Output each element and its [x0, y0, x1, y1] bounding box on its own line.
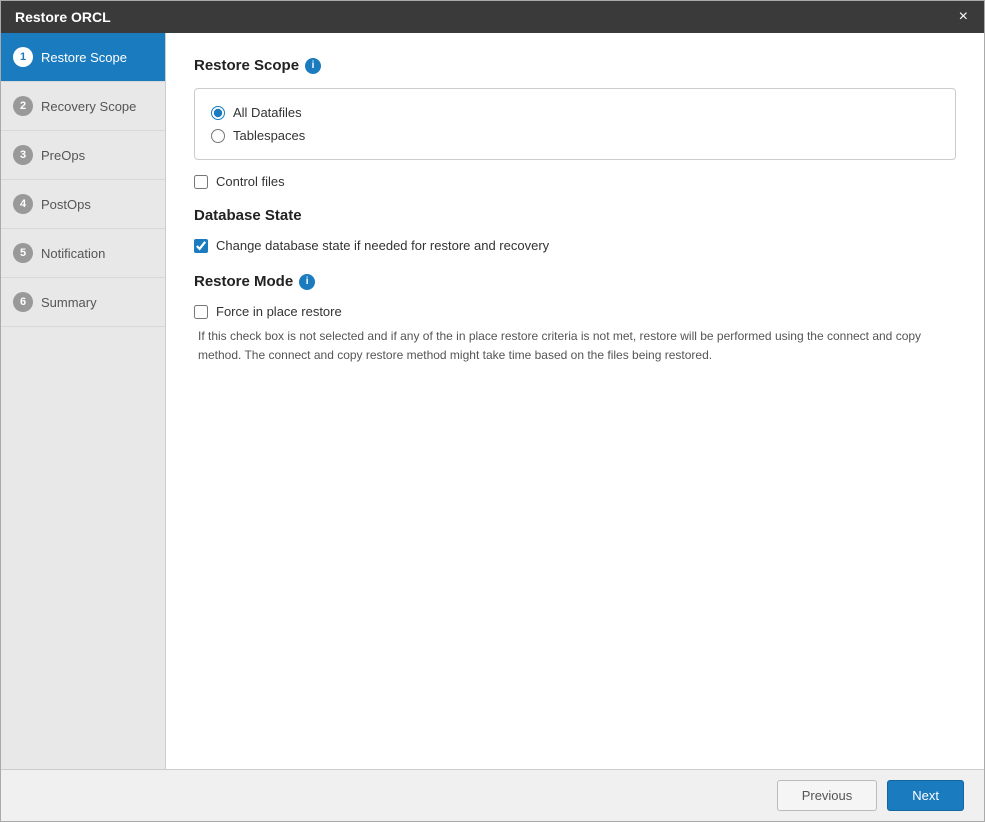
- sidebar-label-postops: PostOps: [41, 197, 91, 212]
- database-state-title-text: Database State: [194, 207, 302, 224]
- all-datafiles-label: All Datafiles: [233, 105, 302, 120]
- db-state-label: Change database state if needed for rest…: [216, 238, 549, 253]
- database-state-section: Database State Change database state if …: [194, 207, 956, 253]
- sidebar-label-preops: PreOps: [41, 148, 85, 163]
- tablespaces-radio-item[interactable]: Tablespaces: [211, 124, 939, 147]
- control-files-checkbox[interactable]: [194, 175, 208, 189]
- db-state-checkbox[interactable]: [194, 239, 208, 253]
- close-button[interactable]: ×: [957, 9, 970, 25]
- restore-dialog: Restore ORCL × 1 Restore Scope 2 Recover…: [0, 0, 985, 822]
- step-number-5: 5: [13, 243, 33, 263]
- force-restore-row[interactable]: Force in place restore: [194, 304, 956, 319]
- sidebar-item-restore-scope[interactable]: 1 Restore Scope: [1, 33, 165, 82]
- sidebar-item-postops[interactable]: 4 PostOps: [1, 180, 165, 229]
- sidebar-label-notification: Notification: [41, 246, 105, 261]
- main-content: Restore Scope i All Datafiles Tablespace…: [166, 33, 984, 769]
- force-restore-label: Force in place restore: [216, 304, 342, 319]
- restore-mode-info-icon[interactable]: i: [299, 274, 315, 290]
- control-files-row[interactable]: Control files: [194, 174, 956, 189]
- dialog-title: Restore ORCL: [15, 9, 111, 25]
- datafiles-radio-group: All Datafiles Tablespaces: [194, 88, 956, 160]
- sidebar-item-notification[interactable]: 5 Notification: [1, 229, 165, 278]
- force-restore-checkbox[interactable]: [194, 305, 208, 319]
- step-number-4: 4: [13, 194, 33, 214]
- sidebar: 1 Restore Scope 2 Recovery Scope 3 PreOp…: [1, 33, 166, 769]
- dialog-body: 1 Restore Scope 2 Recovery Scope 3 PreOp…: [1, 33, 984, 769]
- restore-scope-title-text: Restore Scope: [194, 57, 299, 74]
- tablespaces-radio[interactable]: [211, 129, 225, 143]
- sidebar-label-restore-scope: Restore Scope: [41, 50, 127, 65]
- restore-mode-title-text: Restore Mode: [194, 273, 293, 290]
- restore-mode-description: If this check box is not selected and if…: [198, 327, 956, 365]
- database-state-title: Database State: [194, 207, 956, 224]
- all-datafiles-radio[interactable]: [211, 106, 225, 120]
- all-datafiles-radio-item[interactable]: All Datafiles: [211, 101, 939, 124]
- step-number-6: 6: [13, 292, 33, 312]
- previous-button[interactable]: Previous: [777, 780, 878, 811]
- dialog-footer: Previous Next: [1, 769, 984, 821]
- restore-mode-section: Restore Mode i Force in place restore If…: [194, 273, 956, 365]
- sidebar-item-recovery-scope[interactable]: 2 Recovery Scope: [1, 82, 165, 131]
- dialog-header: Restore ORCL ×: [1, 1, 984, 33]
- restore-mode-title: Restore Mode i: [194, 273, 956, 290]
- step-number-1: 1: [13, 47, 33, 67]
- sidebar-label-recovery-scope: Recovery Scope: [41, 99, 136, 114]
- sidebar-label-summary: Summary: [41, 295, 97, 310]
- sidebar-item-preops[interactable]: 3 PreOps: [1, 131, 165, 180]
- sidebar-item-summary[interactable]: 6 Summary: [1, 278, 165, 327]
- step-number-3: 3: [13, 145, 33, 165]
- restore-scope-section-title: Restore Scope i: [194, 57, 956, 74]
- step-number-2: 2: [13, 96, 33, 116]
- next-button[interactable]: Next: [887, 780, 964, 811]
- tablespaces-label: Tablespaces: [233, 128, 305, 143]
- control-files-label: Control files: [216, 174, 285, 189]
- restore-scope-info-icon[interactable]: i: [305, 58, 321, 74]
- db-state-row[interactable]: Change database state if needed for rest…: [194, 238, 956, 253]
